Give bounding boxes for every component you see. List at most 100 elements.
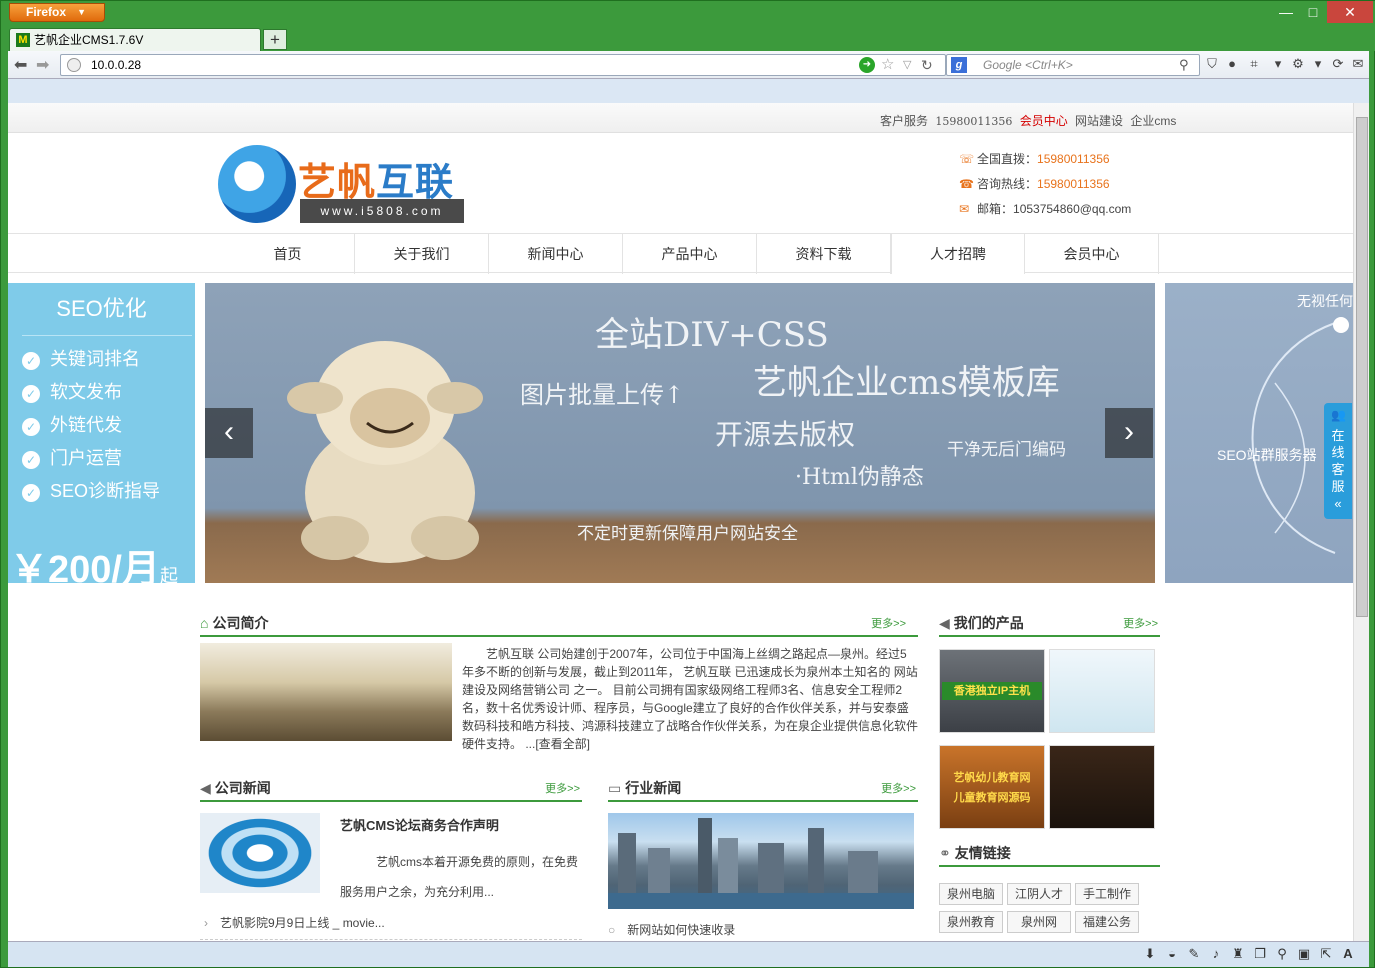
save-icon[interactable]: ▣: [1296, 946, 1312, 962]
chat-icon[interactable]: ✉: [1350, 56, 1366, 72]
product-thumb[interactable]: 艺帆幼儿教育网 儿童教育网源码: [939, 745, 1045, 829]
industry-news-title: 行业新闻: [625, 780, 682, 796]
seo-promo[interactable]: SEO优化 ✓ 关键词排名 ✓ 软文发布 ✓ 外链代发 ✓ 门户运营 ✓ SEO诊断指导 …: [8, 283, 195, 591]
gear-icon[interactable]: ⚙: [1290, 56, 1306, 72]
nav-news[interactable]: 新闻中心: [489, 234, 623, 274]
minimize-button[interactable]: —: [1273, 1, 1299, 23]
brush-icon[interactable]: ✎: [1186, 946, 1202, 962]
friend-link[interactable]: 手工制作: [1075, 883, 1139, 905]
dropdown-icon[interactable]: ▾: [1270, 56, 1286, 72]
reload-icon[interactable]: ↻: [921, 55, 933, 75]
favicon-icon: M: [16, 33, 30, 47]
products-more-link[interactable]: 更多>>: [1123, 615, 1158, 631]
dropdown-icon[interactable]: ▾: [1310, 56, 1326, 72]
product-thumb[interactable]: [1049, 649, 1155, 733]
company-news-more-link[interactable]: 更多>>: [545, 780, 580, 796]
tab-title: 艺帆企业CMS1.7.6V: [34, 33, 144, 47]
about-more-link[interactable]: 更多>>: [871, 615, 906, 631]
addon-avatar-icon[interactable]: ●: [1224, 56, 1240, 72]
service-link[interactable]: 客户服务: [880, 114, 928, 128]
window-icon[interactable]: ❐: [1252, 946, 1268, 962]
shirt-icon[interactable]: ♜: [1230, 946, 1246, 962]
sync-icon[interactable]: ⟳: [1330, 56, 1346, 72]
scrollbar-thumb[interactable]: [1356, 117, 1368, 617]
history-dropdown-icon[interactable]: ▽: [903, 55, 911, 75]
download-icon[interactable]: ⬇: [1142, 946, 1158, 962]
logo-name-part2: 互联: [376, 162, 455, 204]
about-header: ⌂ 公司简介 更多>>: [200, 613, 918, 637]
news-list-item[interactable]: › 艺帆影院9月9日上线 _ movie...: [200, 914, 582, 940]
industry-news-item[interactable]: ○ 新网站如何快速收录: [608, 921, 735, 938]
crop-icon[interactable]: ⌗: [1246, 56, 1262, 72]
nav-downloads[interactable]: 资料下载: [757, 234, 891, 274]
main-nav: 首页 关于我们 新闻中心 产品中心 资料下载 人才招聘 会员中心: [8, 233, 1353, 274]
new-tab-button[interactable]: +: [263, 29, 287, 50]
check-icon: ✓: [22, 385, 40, 403]
close-window-button[interactable]: ✕: [1327, 1, 1373, 23]
product-thumb-label: 艺帆幼儿教育网 儿童教育网源码: [942, 768, 1042, 808]
online-service-button[interactable]: 👥 在线客服 «: [1324, 403, 1352, 519]
industry-news-more-link[interactable]: 更多>>: [881, 780, 916, 796]
search-bar[interactable]: g Google <Ctrl+K> ⚲: [946, 54, 1200, 76]
nav-home[interactable]: 首页: [221, 234, 355, 274]
nav-about[interactable]: 关于我们: [355, 234, 489, 274]
contact-info: ☏ 全国直拨：15980011356 ☎ 咨询热线：15980011356 ✉ 邮箱：…: [959, 147, 1131, 222]
city-skyline-image[interactable]: [608, 813, 914, 909]
logo-url: www.i5808.com: [300, 199, 464, 223]
vertical-scrollbar[interactable]: [1353, 103, 1369, 941]
products-title: 我们的产品: [953, 615, 1024, 631]
news-thumbnail[interactable]: [200, 813, 320, 893]
bookmark-star-icon[interactable]: ☆: [881, 55, 894, 75]
banner-next-button[interactable]: ›: [1105, 408, 1153, 458]
speaker-icon[interactable]: ♪: [1208, 946, 1224, 962]
nav-products[interactable]: 产品中心: [623, 234, 757, 274]
mask-icon[interactable]: ◒: [1164, 946, 1180, 962]
forward-icon[interactable]: ➡: [36, 55, 49, 75]
friend-link[interactable]: 江阴人才: [1007, 883, 1071, 905]
url-bar[interactable]: 10.0.0.28 ➜ ☆ ▽ ↻: [60, 54, 946, 76]
maximize-button[interactable]: □: [1300, 1, 1326, 23]
news-headline[interactable]: 艺帆CMS论坛商务合作声明: [340, 815, 499, 834]
google-engine-icon[interactable]: g: [951, 57, 967, 73]
friend-link[interactable]: 泉州教育: [939, 911, 1003, 933]
friend-link[interactable]: 泉州网: [1007, 911, 1071, 933]
enterprise-cms-link[interactable]: 企业cms: [1130, 114, 1176, 128]
search-icon[interactable]: ⚲: [1179, 55, 1189, 75]
links-title: 友情链接: [954, 845, 1011, 861]
product-thumb[interactable]: [1049, 745, 1155, 829]
banner-line6: ·Html伪静态: [795, 465, 924, 490]
friend-link[interactable]: 泉州电脑: [939, 883, 1003, 905]
back-icon[interactable]: ⬅: [14, 55, 27, 75]
direct-label: 全国直拨：: [977, 152, 1038, 166]
text-size-icon[interactable]: A: [1340, 946, 1356, 962]
site-logo[interactable]: 艺帆互联 www.i5808.com: [218, 145, 464, 225]
filter-icon[interactable]: ⛉: [1204, 56, 1220, 72]
website-build-link[interactable]: 网站建设: [1075, 114, 1123, 128]
chevron-down-icon: ▼: [77, 7, 86, 17]
export-icon[interactable]: ⇱: [1318, 946, 1334, 962]
zoom-icon[interactable]: ⚲: [1274, 946, 1290, 962]
collapse-icon: «: [1334, 496, 1342, 511]
service-phone: 15980011356: [935, 115, 1013, 128]
megaphone-icon: ◀: [939, 615, 950, 631]
site-identity-icon[interactable]: [67, 58, 81, 72]
banner-prev-button[interactable]: ‹: [205, 408, 253, 458]
main-banner[interactable]: 全站DIV+CSS 图片批量上传↑ 艺帆企业cms模板库 开源去版权 干净无后门…: [205, 283, 1155, 583]
seo-item: ✓ SEO诊断指导: [22, 475, 160, 508]
seo-item: ✓ 门户运营: [22, 442, 122, 475]
product-label-line1: 艺帆幼儿教育网: [953, 772, 1031, 784]
member-center-link[interactable]: 会员中心: [1020, 114, 1068, 128]
nav-jobs[interactable]: 人才招聘: [891, 234, 1025, 274]
go-icon[interactable]: ➜: [859, 57, 875, 73]
firefox-menu-button[interactable]: Firefox ▼: [9, 3, 105, 22]
skyline-graphic: [608, 818, 914, 909]
browser-tab[interactable]: M 艺帆企业CMS1.7.6V: [9, 28, 261, 52]
friend-link[interactable]: 福建公务: [1075, 911, 1139, 933]
seo-item-label: SEO诊断指导: [50, 481, 161, 501]
logo-mark-icon: [218, 145, 296, 223]
firefox-menu-label: Firefox: [26, 5, 67, 19]
nav-member[interactable]: 会员中心: [1025, 234, 1159, 274]
seo-item: ✓ 外链代发: [22, 409, 122, 442]
seo-item: ✓ 关键词排名: [22, 343, 140, 376]
product-thumb[interactable]: 香港独立IP主机: [939, 649, 1045, 733]
